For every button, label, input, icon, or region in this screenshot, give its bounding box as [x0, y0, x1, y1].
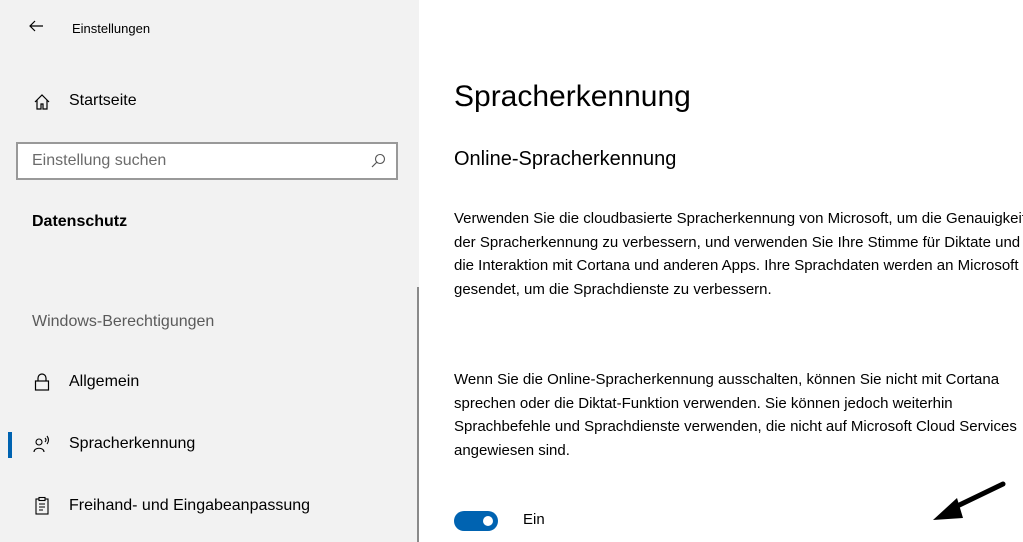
content-pane: Spracherkennung Online-Spracherkennung V…	[419, 0, 1023, 542]
toggle-knob	[483, 516, 493, 526]
warning-paragraph: Wenn Sie die Online-Spracherkennung auss…	[454, 371, 1017, 459]
search-input[interactable]	[18, 144, 362, 178]
section-title: Online-Spracherkennung	[454, 148, 677, 170]
home-icon	[34, 94, 50, 110]
sidebar-item-label: Allgemein	[69, 373, 140, 390]
description-paragraph: Verwenden Sie die cloudbasierte Spracher…	[454, 210, 1023, 298]
sidebar-item-label: Freihand- und Eingabeanpassung	[69, 497, 311, 514]
search-icon[interactable]	[370, 153, 386, 169]
lock-icon	[34, 373, 50, 391]
sidebar: Einstellungen Startseite Datenschutz Win…	[0, 0, 419, 542]
online-speech-toggle[interactable]	[454, 511, 498, 531]
annotation-arrow-icon	[933, 481, 1006, 520]
sidebar-item-spracherkennung[interactable]: Spracherkennung	[0, 424, 410, 464]
sidebar-item-allgemein[interactable]: Allgemein	[0, 362, 410, 402]
sidebar-item-freihand[interactable]: Freihand- und Eingabeanpassung	[0, 486, 410, 526]
sidebar-item-label: Spracherkennung	[69, 435, 196, 452]
speech-icon	[33, 435, 50, 453]
page-title: Spracherkennung	[454, 80, 691, 113]
back-arrow-icon[interactable]	[28, 18, 44, 34]
search-box[interactable]	[16, 142, 398, 180]
group-heading: Windows-Berechtigungen	[32, 313, 215, 330]
clipboard-icon	[35, 496, 49, 515]
active-indicator	[8, 432, 12, 458]
nav-home-label: Startseite	[69, 92, 137, 109]
section-heading: Datenschutz	[32, 213, 128, 230]
toggle-state-label: Ein	[523, 511, 545, 528]
app-title: Einstellungen	[72, 21, 151, 36]
nav-home[interactable]: Startseite	[16, 84, 406, 120]
